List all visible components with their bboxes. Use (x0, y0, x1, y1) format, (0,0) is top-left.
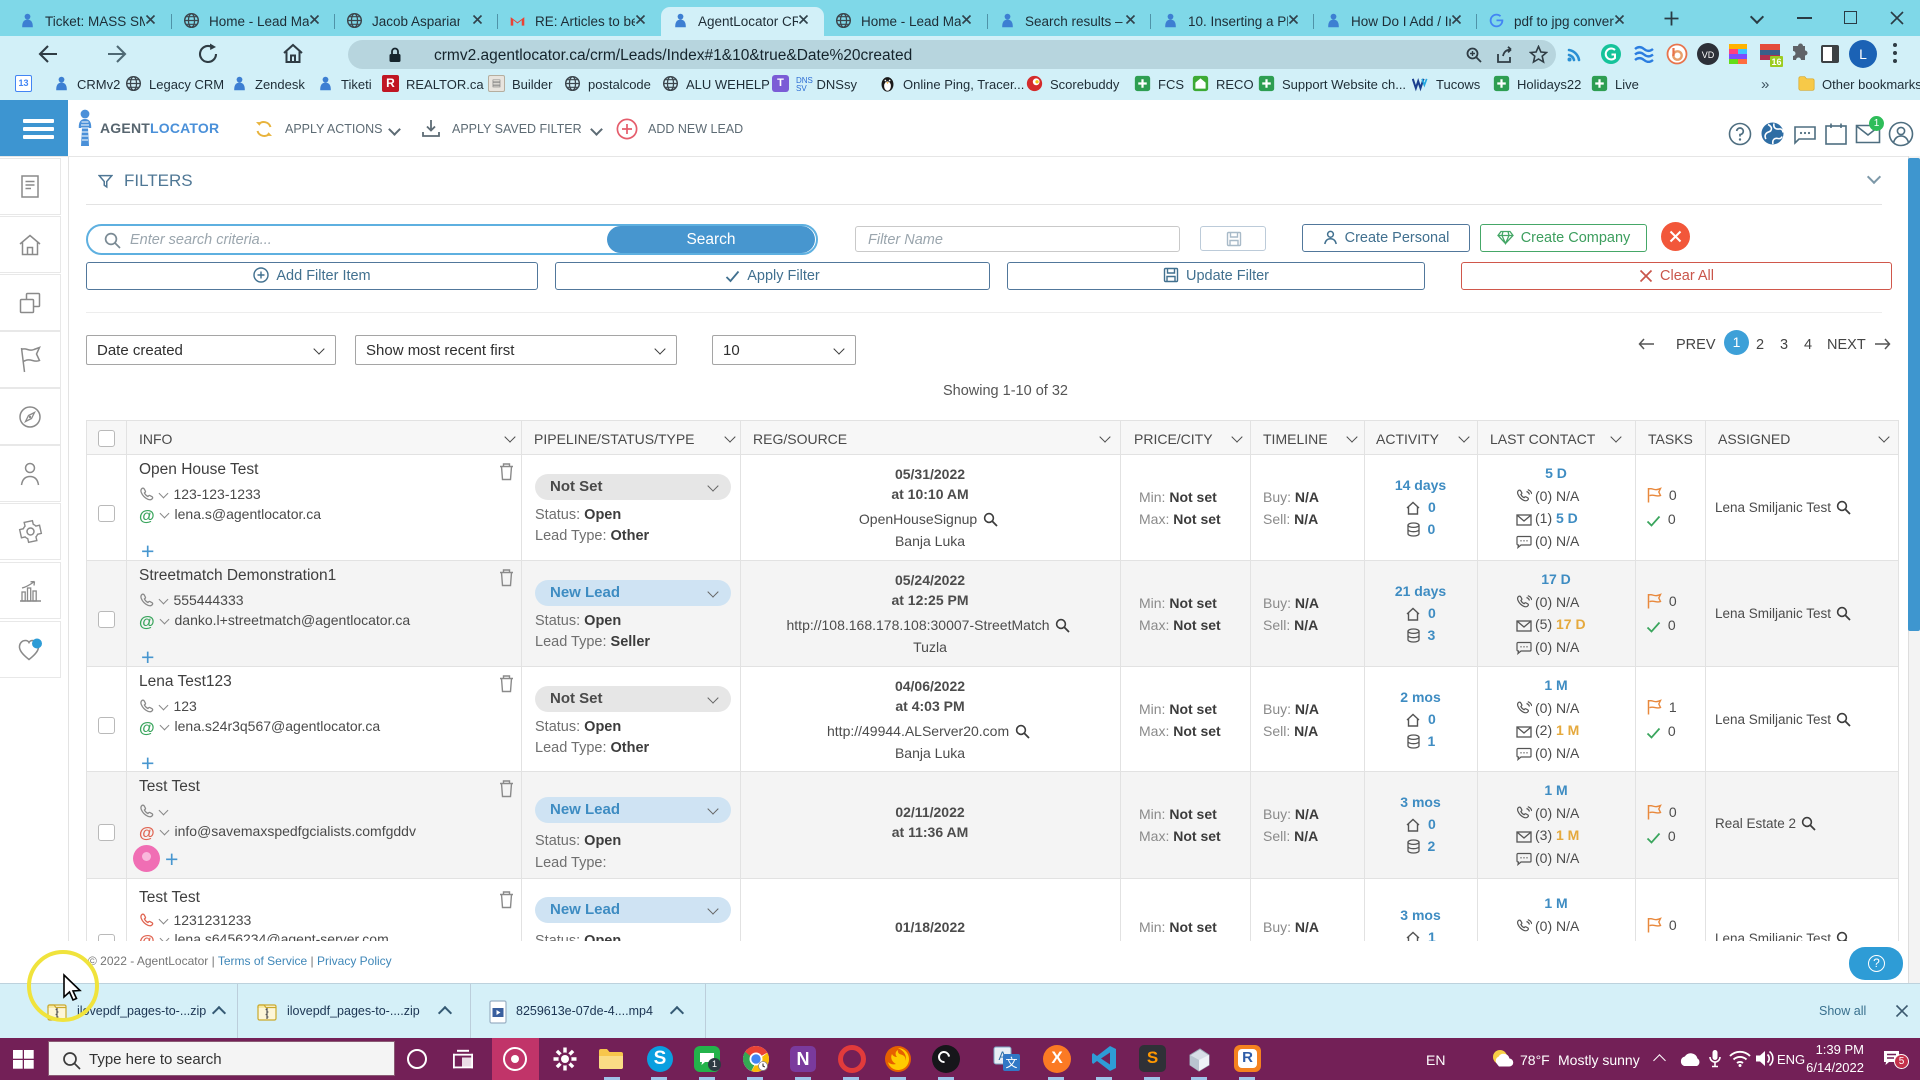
svg-text:文: 文 (1005, 1055, 1017, 1070)
svg-text:VD: VD (1702, 50, 1715, 60)
svg-text:16: 16 (1771, 57, 1781, 67)
